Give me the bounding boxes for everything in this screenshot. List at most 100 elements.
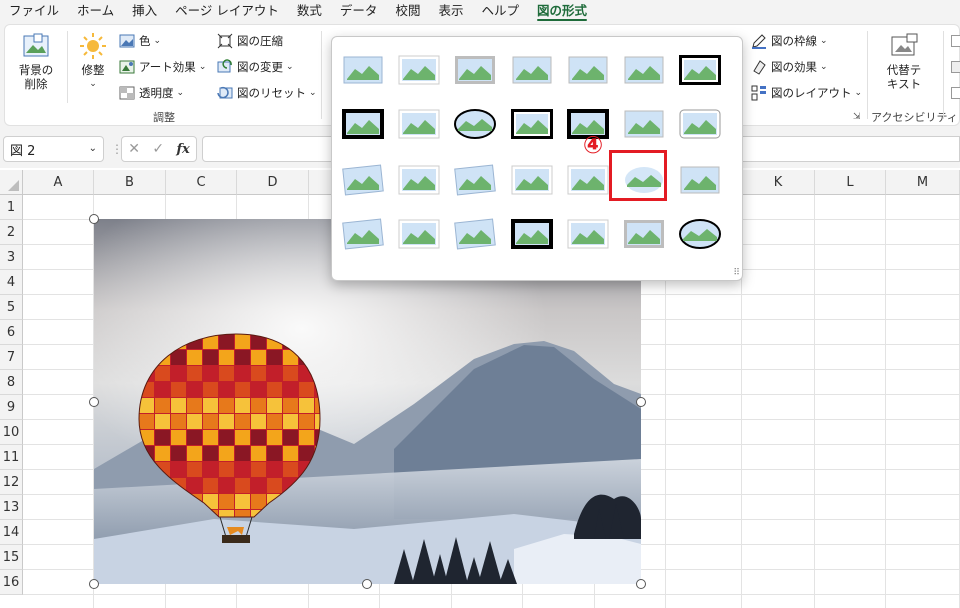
- menu-tab-8[interactable]: ヘルプ: [472, 0, 528, 22]
- chevron-down-icon[interactable]: ⌄: [89, 143, 97, 154]
- picture-style-option[interactable]: [452, 215, 498, 253]
- row-header[interactable]: 7: [0, 345, 23, 370]
- insert-function-icon[interactable]: fx: [176, 142, 189, 157]
- picture-style-option[interactable]: [565, 215, 611, 253]
- picture-layout-button[interactable]: 図のレイアウト ⌄: [751, 83, 862, 103]
- picture-effects-button[interactable]: 図の効果 ⌄: [751, 57, 828, 77]
- picture-style-option[interactable]: [340, 51, 386, 89]
- picture-style-option[interactable]: [677, 161, 723, 199]
- corrections-button[interactable]: 修整 ⌄: [71, 31, 115, 91]
- column-header[interactable]: L: [815, 170, 886, 195]
- change-picture-button[interactable]: 図の変更 ⌄: [217, 57, 294, 77]
- picture-styles-gallery: ⠿: [331, 36, 743, 281]
- row-header[interactable]: 16: [0, 570, 23, 595]
- picture-border-label: 図の枠線: [771, 34, 817, 48]
- column-header[interactable]: K: [742, 170, 815, 195]
- row-header[interactable]: 10: [0, 420, 23, 445]
- menu-tab-0[interactable]: ファイル: [0, 0, 68, 22]
- row-header[interactable]: 1: [0, 195, 23, 220]
- row-header[interactable]: 2: [0, 220, 23, 245]
- menu-tab-2[interactable]: 挿入: [123, 0, 166, 22]
- picture-style-option[interactable]: [621, 215, 667, 253]
- color-button[interactable]: 色 ⌄: [119, 31, 161, 51]
- picture-style-option[interactable]: [452, 161, 498, 199]
- picture-style-option[interactable]: [340, 215, 386, 253]
- cancel-icon[interactable]: ✕: [128, 141, 140, 157]
- column-header[interactable]: C: [166, 170, 237, 195]
- artistic-effects-button[interactable]: アート効果 ⌄: [119, 57, 206, 77]
- picture-style-option[interactable]: [396, 51, 442, 89]
- name-box[interactable]: 図 2 ⌄: [3, 136, 104, 162]
- row-header[interactable]: 14: [0, 520, 23, 545]
- picture-style-option[interactable]: [565, 161, 611, 199]
- row-header[interactable]: 9: [0, 395, 23, 420]
- transparency-button[interactable]: 透明度 ⌄: [119, 83, 184, 103]
- menu-tab-3[interactable]: ページ レイアウト: [166, 0, 288, 22]
- alt-text-button[interactable]: 代替テ キスト: [875, 33, 933, 91]
- row-header[interactable]: 6: [0, 320, 23, 345]
- row-header[interactable]: 13: [0, 495, 23, 520]
- row-header[interactable]: 5: [0, 295, 23, 320]
- picture-style-option[interactable]: [621, 51, 667, 89]
- arrange-icon[interactable]: [951, 35, 960, 47]
- resize-handle-left[interactable]: [89, 397, 99, 407]
- arrange-icon-3[interactable]: [951, 87, 960, 99]
- picture-style-option[interactable]: [509, 161, 555, 199]
- picture-style-option[interactable]: [452, 105, 498, 143]
- row-header[interactable]: 11: [0, 445, 23, 470]
- compress-pictures-button[interactable]: 図の圧縮: [217, 31, 283, 51]
- balloon-panel: [267, 478, 282, 493]
- resize-handle-top-left[interactable]: [89, 214, 99, 224]
- resize-handle-bottom[interactable]: [362, 579, 372, 589]
- balloon-panel: [235, 366, 250, 381]
- menu-tab-4[interactable]: 数式: [288, 0, 331, 22]
- column-header[interactable]: M: [886, 170, 960, 195]
- select-all-corner[interactable]: [0, 170, 23, 195]
- picture-style-option[interactable]: [509, 215, 555, 253]
- menu-tab-5[interactable]: データ: [331, 0, 387, 22]
- enter-icon[interactable]: ✓: [152, 141, 164, 157]
- menu-tab-9[interactable]: 図の形式: [528, 0, 596, 22]
- column-header[interactable]: D: [237, 170, 309, 195]
- picture-style-option[interactable]: [340, 161, 386, 199]
- resize-handle-right[interactable]: [636, 397, 646, 407]
- balloon-panel: [267, 430, 282, 445]
- remove-background-button[interactable]: 背景の 削除: [13, 31, 59, 91]
- menu-tab-1[interactable]: ホーム: [68, 0, 123, 22]
- picture-style-option[interactable]: [396, 161, 442, 199]
- column-header[interactable]: B: [94, 170, 166, 195]
- row-header[interactable]: 8: [0, 370, 23, 395]
- row-header[interactable]: 3: [0, 245, 23, 270]
- resize-handle-bottom-right[interactable]: [636, 579, 646, 589]
- menu-tab-7[interactable]: 表示: [429, 0, 472, 22]
- balloon-panel: [155, 366, 170, 381]
- picture-style-option[interactable]: [565, 51, 611, 89]
- balloon-panel: [267, 350, 282, 365]
- picture-style-option[interactable]: [677, 215, 723, 253]
- reset-picture-button[interactable]: 図のリセット ⌄: [217, 83, 317, 103]
- artistic-effects-label: アート効果: [139, 60, 196, 74]
- picture-style-option[interactable]: [452, 51, 498, 89]
- resize-grip-icon[interactable]: ⠿: [733, 268, 740, 278]
- picture-style-option[interactable]: [621, 105, 667, 143]
- menu-tab-6[interactable]: 校閲: [386, 0, 429, 22]
- picture-style-option[interactable]: [340, 105, 386, 143]
- row-header[interactable]: 4: [0, 270, 23, 295]
- dialog-launcher-icon[interactable]: ⇲: [853, 111, 861, 123]
- row-header[interactable]: 12: [0, 470, 23, 495]
- arrange-icon-2[interactable]: [951, 61, 960, 73]
- picture-style-option[interactable]: [677, 105, 723, 143]
- picture-style-option[interactable]: [396, 215, 442, 253]
- picture-style-option[interactable]: [677, 51, 723, 89]
- picture-style-option[interactable]: [509, 105, 555, 143]
- row-header[interactable]: 15: [0, 545, 23, 570]
- column-header[interactable]: A: [23, 170, 94, 195]
- picture-style-option[interactable]: [509, 51, 555, 89]
- picture-style-option[interactable]: [396, 105, 442, 143]
- resize-handle-bottom-left[interactable]: [89, 579, 99, 589]
- picture-effects-label: 図の効果: [771, 60, 817, 74]
- balloon-panel: [219, 494, 234, 509]
- picture-border-button[interactable]: 図の枠線 ⌄: [751, 31, 828, 51]
- balloon-panel: [235, 494, 250, 509]
- balloon-panel: [283, 382, 298, 397]
